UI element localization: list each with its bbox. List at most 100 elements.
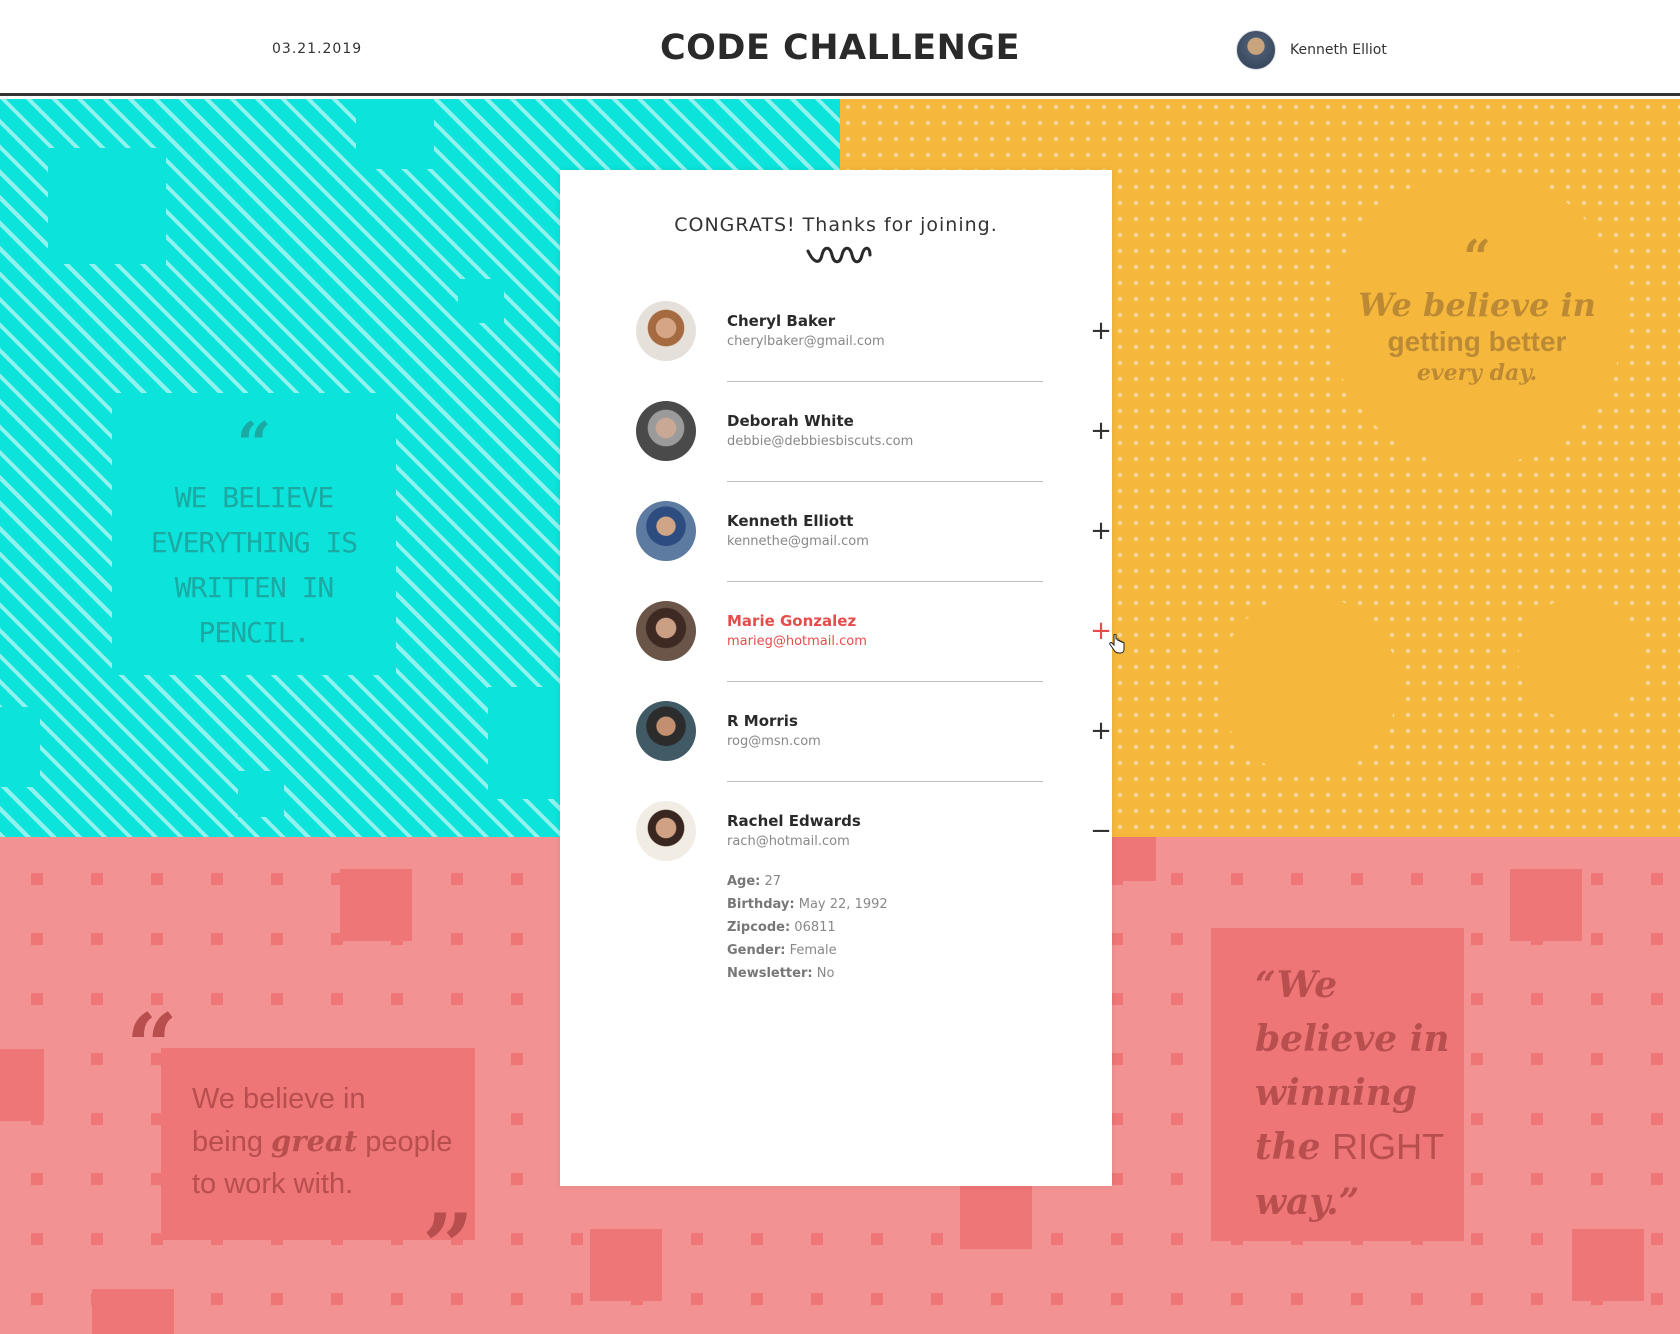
decor-square bbox=[1112, 837, 1156, 881]
decor-dot bbox=[511, 993, 523, 1005]
decor-dot bbox=[1471, 1233, 1483, 1245]
decor-square bbox=[92, 1289, 174, 1334]
quote-line: winning bbox=[1255, 1072, 1418, 1114]
quote-line: We believe in bbox=[192, 1083, 366, 1115]
decor-dot bbox=[1471, 1053, 1483, 1065]
list-item[interactable]: Marie Gonzalez marieg@hotmail.com + bbox=[636, 601, 1125, 701]
divider bbox=[727, 681, 1043, 682]
decor-dot bbox=[1111, 1293, 1123, 1305]
decor-dot bbox=[391, 1293, 403, 1305]
page-title: CODE CHALLENGE bbox=[659, 28, 1021, 68]
expand-plus-icon[interactable]: + bbox=[1088, 718, 1114, 744]
decor-dot bbox=[1531, 1293, 1543, 1305]
decor-dot bbox=[1231, 873, 1243, 885]
quote-line: being great people bbox=[192, 1120, 475, 1163]
decor-dot bbox=[511, 933, 523, 945]
decor-square bbox=[488, 687, 568, 799]
decor-dot bbox=[91, 1233, 103, 1245]
decor-dot bbox=[271, 993, 283, 1005]
expand-plus-icon[interactable]: + bbox=[1088, 318, 1114, 344]
quote-line: We believe in bbox=[1358, 286, 1596, 324]
person-name: R Morris bbox=[727, 712, 798, 730]
decor-dot bbox=[1651, 1173, 1663, 1185]
decor-dot bbox=[451, 873, 463, 885]
detail-gender: Gender: Female bbox=[727, 943, 837, 958]
user-profile[interactable]: Kenneth Elliot bbox=[1236, 30, 1387, 70]
decor-dot bbox=[931, 1293, 943, 1305]
decor-dot bbox=[1171, 1173, 1183, 1185]
decor-dot bbox=[691, 1293, 703, 1305]
decor-dot bbox=[1471, 1293, 1483, 1305]
decor-dot bbox=[871, 1233, 883, 1245]
collapse-minus-icon[interactable]: − bbox=[1088, 818, 1114, 844]
decor-dot bbox=[1351, 1293, 1363, 1305]
squiggle-icon bbox=[806, 246, 872, 264]
user-name[interactable]: Kenneth Elliot bbox=[1290, 42, 1387, 58]
quote-line: every day. bbox=[1416, 360, 1538, 386]
decor-dot bbox=[271, 933, 283, 945]
quote-text: We believe everything is written in penc… bbox=[150, 481, 358, 649]
decor-dot bbox=[511, 1173, 523, 1185]
list-item[interactable]: Cheryl Baker cherylbaker@gmail.com + bbox=[636, 301, 1112, 401]
decor-dot bbox=[1051, 1233, 1063, 1245]
members-card: CONGRATS! Thanks for joining. Cheryl Bak… bbox=[560, 170, 1125, 1186]
decor-dot bbox=[1171, 1053, 1183, 1065]
decor-dot bbox=[511, 1293, 523, 1305]
decor-square bbox=[0, 707, 40, 787]
decor-dot bbox=[91, 1173, 103, 1185]
decor-square bbox=[1572, 1229, 1644, 1301]
detail-newsletter: Newsletter: No bbox=[727, 966, 835, 981]
quote-line: “We bbox=[1255, 964, 1338, 1006]
top-header: 03.21.2019 CODE CHALLENGE Kenneth Elliot bbox=[0, 0, 1680, 96]
decor-dot bbox=[151, 873, 163, 885]
decor-square bbox=[1510, 869, 1582, 941]
decor-circle bbox=[1518, 597, 1642, 721]
avatar bbox=[636, 401, 696, 461]
decor-dot bbox=[1111, 1233, 1123, 1245]
expand-plus-icon[interactable]: + bbox=[1088, 418, 1114, 444]
quote-mark-icon: “ bbox=[236, 410, 272, 480]
decor-square bbox=[590, 1229, 662, 1301]
decor-dot bbox=[1111, 933, 1123, 945]
quote-winning: “We believe in winning the RIGHT way.” bbox=[1211, 928, 1464, 1241]
person-details: Age: 27 Birthday: May 22, 1992 Zipcode: … bbox=[727, 870, 888, 985]
decor-dot bbox=[1531, 1113, 1543, 1125]
decor-dot bbox=[1651, 1293, 1663, 1305]
decor-dot bbox=[1291, 873, 1303, 885]
decor-dot bbox=[1411, 873, 1423, 885]
list-item[interactable]: Deborah White debbie@debbiesbiscuts.com … bbox=[636, 401, 1112, 501]
quote-getting-better: “ We believe in getting better every day… bbox=[1330, 234, 1624, 386]
decor-dot bbox=[1591, 1173, 1603, 1185]
decor-dot bbox=[91, 1113, 103, 1125]
list-item[interactable]: Kenneth Elliott kennethe@gmail.com + bbox=[636, 501, 1112, 601]
decor-dot bbox=[1471, 1113, 1483, 1125]
decor-dot bbox=[571, 1233, 583, 1245]
avatar bbox=[636, 501, 696, 561]
expand-plus-icon[interactable]: + bbox=[1088, 518, 1114, 544]
user-avatar[interactable] bbox=[1236, 30, 1276, 70]
decor-dot bbox=[1051, 1293, 1063, 1305]
decor-dot bbox=[1471, 1173, 1483, 1185]
list-item[interactable]: R Morris rog@msn.com + bbox=[636, 701, 1112, 801]
decor-dot bbox=[1591, 993, 1603, 1005]
person-email: cherylbaker@gmail.com bbox=[727, 334, 885, 349]
avatar bbox=[636, 701, 696, 761]
decor-dot bbox=[1351, 873, 1363, 885]
decor-dot bbox=[1171, 873, 1183, 885]
person-name: Rachel Edwards bbox=[727, 812, 861, 830]
decor-dot bbox=[691, 1233, 703, 1245]
person-email: kennethe@gmail.com bbox=[727, 534, 869, 549]
decor-dot bbox=[211, 873, 223, 885]
decor-dot bbox=[211, 933, 223, 945]
quote-emphasis: great bbox=[271, 1124, 358, 1158]
person-email: rog@msn.com bbox=[727, 734, 821, 749]
decor-dot bbox=[1471, 933, 1483, 945]
quote-word: people bbox=[365, 1126, 453, 1158]
decor-dot bbox=[31, 1173, 43, 1185]
decor-square bbox=[340, 869, 412, 941]
decor-dot bbox=[31, 873, 43, 885]
quote-line: the RIGHT bbox=[1255, 1120, 1464, 1175]
decor-dot bbox=[1171, 933, 1183, 945]
decor-dot bbox=[31, 1293, 43, 1305]
decor-dot bbox=[1651, 933, 1663, 945]
